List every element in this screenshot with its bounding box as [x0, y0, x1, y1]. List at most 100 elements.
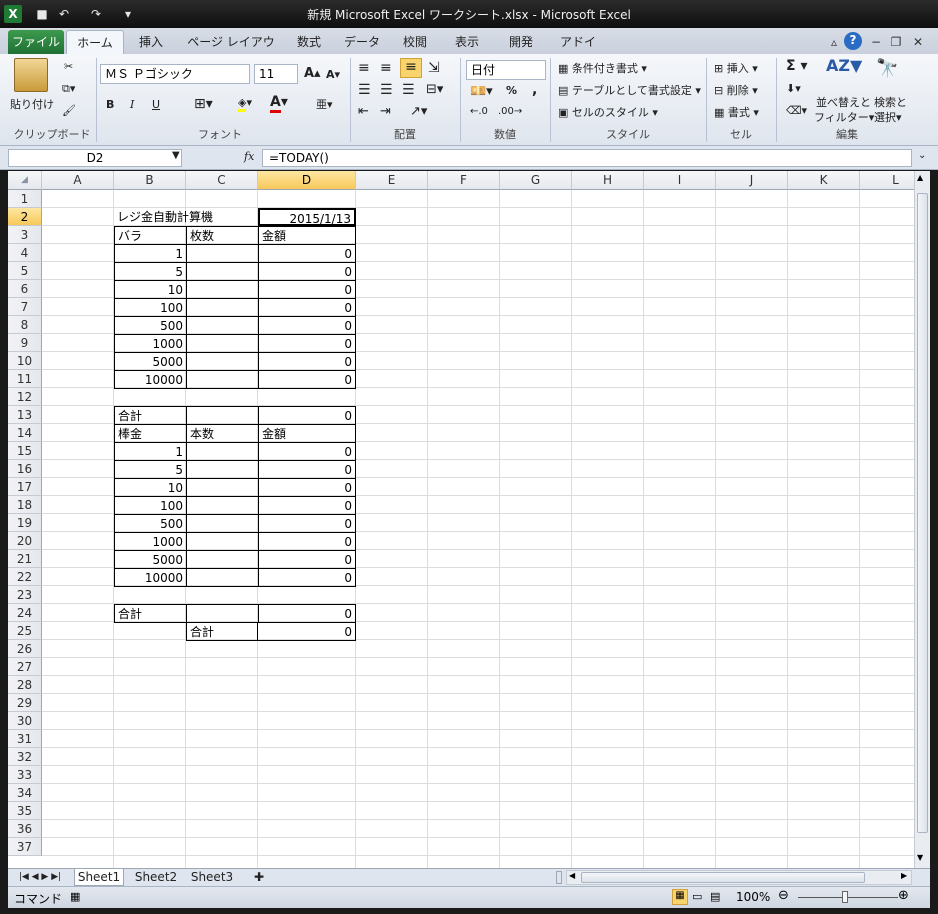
- percent-button[interactable]: %: [506, 84, 517, 97]
- bou-count-3[interactable]: [186, 496, 259, 515]
- row-header-34[interactable]: 34: [8, 784, 42, 802]
- row-header-17[interactable]: 17: [8, 478, 42, 496]
- cell-b2[interactable]: レジ金自動計算機: [114, 208, 216, 226]
- zoom-slider-track[interactable]: [798, 897, 898, 898]
- bara-count-5[interactable]: [186, 334, 259, 353]
- bou-denomination-7[interactable]: 10000: [114, 568, 187, 587]
- scroll-right-icon[interactable]: ▶: [901, 871, 907, 880]
- cell-d2-selected[interactable]: 2015/1/13: [258, 208, 356, 226]
- sort-filter-label-1[interactable]: 並べ替えと: [816, 94, 871, 110]
- row-header-21[interactable]: 21: [8, 550, 42, 568]
- row-header-22[interactable]: 22: [8, 568, 42, 586]
- bara-denomination-1[interactable]: 5: [114, 262, 187, 281]
- tab-review[interactable]: 校閲: [400, 30, 430, 54]
- insert-cells-button[interactable]: ⊞ 挿入 ▾: [714, 60, 758, 76]
- font-color-icon[interactable]: A▾: [270, 94, 288, 113]
- align-center-icon[interactable]: ☰: [380, 82, 393, 98]
- bara-denomination-0[interactable]: 1: [114, 244, 187, 263]
- tab-page-layout[interactable]: ページ レイアウト: [186, 30, 276, 73]
- orientation-icon[interactable]: ↗▾: [410, 104, 427, 119]
- row-header-2[interactable]: 2: [8, 208, 42, 226]
- row-header-20[interactable]: 20: [8, 532, 42, 550]
- insert-function-button[interactable]: fx: [244, 150, 254, 163]
- bara-amount-5[interactable]: 0: [258, 334, 356, 353]
- sheet-tab-3[interactable]: Sheet3: [186, 869, 238, 886]
- sort-filter-label-2[interactable]: フィルター▾: [814, 109, 874, 125]
- bara-amount-3[interactable]: 0: [258, 298, 356, 317]
- align-left-icon[interactable]: ☰: [358, 82, 371, 98]
- row-header-25[interactable]: 25: [8, 622, 42, 640]
- column-header-l[interactable]: L: [860, 171, 914, 190]
- scroll-up-icon[interactable]: ▲: [917, 173, 923, 182]
- scroll-thumb[interactable]: [917, 193, 928, 833]
- grow-font-icon[interactable]: A▴: [304, 66, 321, 81]
- bara-denomination-6[interactable]: 5000: [114, 352, 187, 371]
- sheet-nav-icons[interactable]: |◀ ◀ ▶ ▶|: [10, 869, 70, 886]
- bou-amount-2[interactable]: 0: [258, 478, 356, 497]
- bara-count-2[interactable]: [186, 280, 259, 299]
- bou-header-count[interactable]: 本数: [186, 424, 259, 443]
- column-header-b[interactable]: B: [114, 171, 186, 190]
- fill-icon[interactable]: ⬇▾: [786, 82, 801, 95]
- row-header-10[interactable]: 10: [8, 352, 42, 370]
- expand-formula-icon[interactable]: ⌄: [918, 150, 926, 161]
- align-bottom-icon[interactable]: ≡: [400, 58, 422, 78]
- align-right-icon[interactable]: ☰: [402, 82, 415, 98]
- row-header-35[interactable]: 35: [8, 802, 42, 820]
- bara-denomination-4[interactable]: 500: [114, 316, 187, 335]
- bou-amount-4[interactable]: 0: [258, 514, 356, 533]
- row-header-30[interactable]: 30: [8, 712, 42, 730]
- bara-total-amount[interactable]: 0: [258, 406, 356, 425]
- shrink-font-icon[interactable]: A▾: [326, 68, 340, 81]
- page-break-view-icon[interactable]: ▤: [710, 890, 720, 903]
- horizontal-scrollbar[interactable]: ◀ ▶: [566, 870, 912, 885]
- phonetic-icon[interactable]: 亜▾: [316, 96, 333, 112]
- bara-denomination-3[interactable]: 100: [114, 298, 187, 317]
- page-layout-view-icon[interactable]: ▭: [692, 890, 702, 903]
- close-icon[interactable]: ✕: [910, 34, 926, 50]
- bara-header-type[interactable]: バラ: [114, 226, 187, 245]
- bou-amount-3[interactable]: 0: [258, 496, 356, 515]
- bou-denomination-4[interactable]: 500: [114, 514, 187, 533]
- tab-view[interactable]: 表示: [452, 30, 482, 54]
- bara-amount-4[interactable]: 0: [258, 316, 356, 335]
- bara-count-7[interactable]: [186, 370, 259, 389]
- bara-header-amount[interactable]: 金額: [258, 226, 356, 245]
- font-name-select[interactable]: ＭＳ Ｐゴシック: [100, 64, 250, 84]
- bou-count-7[interactable]: [186, 568, 259, 587]
- decrease-indent-icon[interactable]: ⇤: [358, 104, 369, 119]
- underline-button[interactable]: U: [152, 98, 160, 111]
- row-header-33[interactable]: 33: [8, 766, 42, 784]
- zoom-level[interactable]: 100%: [736, 890, 770, 904]
- bou-denomination-6[interactable]: 5000: [114, 550, 187, 569]
- bou-total-count[interactable]: [186, 604, 259, 623]
- border-icon[interactable]: ⊞▾: [194, 96, 213, 112]
- select-all-corner[interactable]: ◢: [8, 171, 42, 190]
- bara-denomination-2[interactable]: 10: [114, 280, 187, 299]
- tab-developer[interactable]: 開発: [506, 30, 536, 54]
- find-select-label-1[interactable]: 検索と: [874, 94, 907, 110]
- bara-amount-0[interactable]: 0: [258, 244, 356, 263]
- bara-denomination-7[interactable]: 10000: [114, 370, 187, 389]
- zoom-out-icon[interactable]: ⊖: [778, 888, 789, 903]
- cut-icon[interactable]: ✂: [64, 60, 73, 73]
- tab-home[interactable]: ホーム: [66, 30, 124, 54]
- column-header-d[interactable]: D: [258, 171, 356, 190]
- minimize-ribbon-icon[interactable]: ▵: [826, 34, 842, 50]
- copy-icon[interactable]: ⧉▾: [62, 82, 75, 96]
- column-header-a[interactable]: A: [42, 171, 114, 190]
- row-header-36[interactable]: 36: [8, 820, 42, 838]
- tab-addins[interactable]: アドイン: [556, 30, 600, 73]
- sheet-tab-2[interactable]: Sheet2: [130, 869, 182, 886]
- zoom-in-icon[interactable]: ⊕: [898, 888, 909, 903]
- bou-count-5[interactable]: [186, 532, 259, 551]
- row-header-18[interactable]: 18: [8, 496, 42, 514]
- bou-denomination-2[interactable]: 10: [114, 478, 187, 497]
- row-header-19[interactable]: 19: [8, 514, 42, 532]
- worksheet-grid[interactable]: ◢ A B C D E F G H I J K L 1 2 3 4 5 6 7 8 9 10 11 12 13 14 15 16 17 1…: [8, 171, 914, 868]
- sort-filter-icon[interactable]: AZ▼: [826, 56, 862, 75]
- format-cells-button[interactable]: ▦ 書式 ▾: [714, 104, 759, 120]
- scroll-left-icon[interactable]: ◀: [569, 871, 575, 880]
- bou-denomination-3[interactable]: 100: [114, 496, 187, 515]
- bara-count-4[interactable]: [186, 316, 259, 335]
